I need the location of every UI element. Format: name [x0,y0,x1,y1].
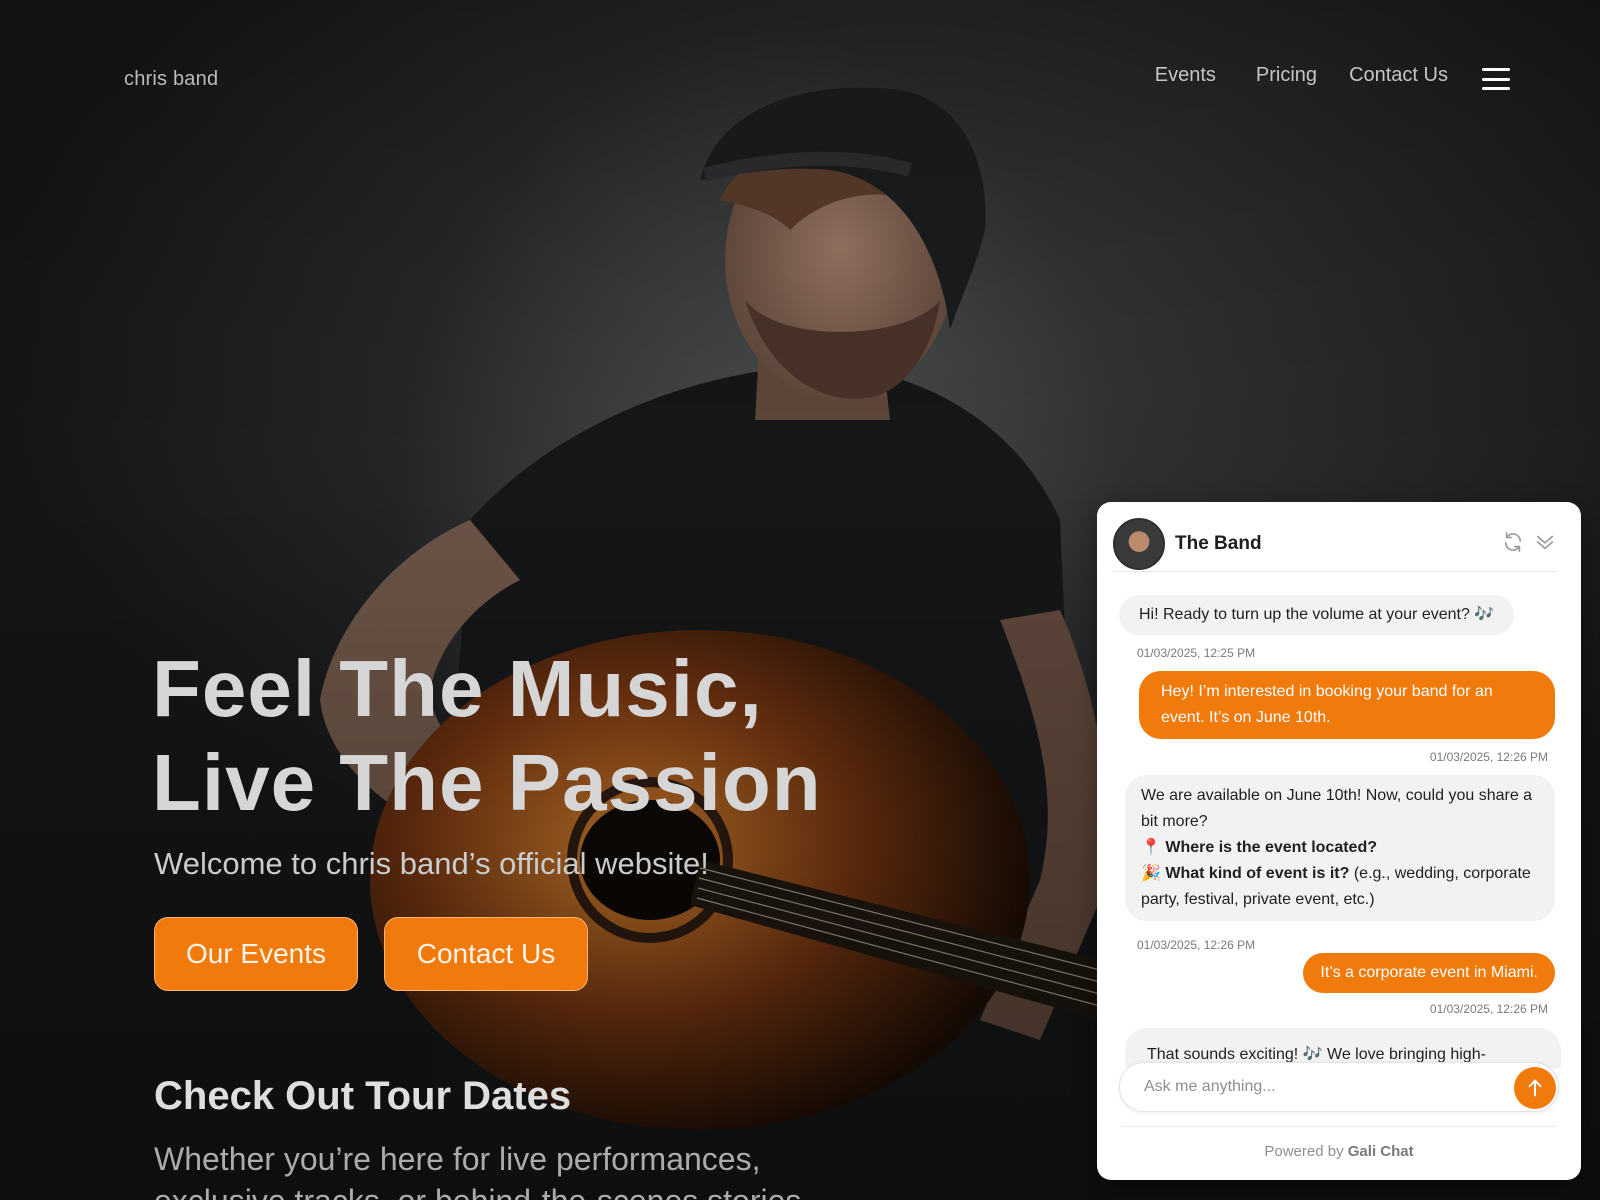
chat-input[interactable] [1144,1078,1484,1096]
hero-headline: Feel The Music, Live The Passion [152,642,822,830]
nav-pricing[interactable]: Pricing [1256,64,1317,87]
band-avatar [1113,517,1165,570]
hamburger-menu-icon[interactable] [1482,68,1510,90]
chat-messages: Hi! Ready to turn up the volume at your … [1097,582,1581,1068]
message-timestamp: 01/03/2025, 12:25 PM [1137,646,1256,660]
main-nav: Events Pricing Contact Us [1155,64,1448,87]
send-button[interactable] [1514,1067,1556,1109]
question-event-type: What kind of event is it? [1165,865,1350,882]
question-location: Where is the event located? [1165,839,1377,856]
hero-subtitle: Welcome to chris band’s official website… [154,846,709,881]
tour-dates-text: Whether you’re here for live performance… [154,1141,801,1200]
message-timestamp: 01/03/2025, 12:26 PM [1429,750,1548,764]
chat-widget: The Band Hi! Ready to turn up the volume… [1097,502,1581,1180]
message-user-2: It’s a corporate event in Miami. [1303,953,1555,993]
chat-header: The Band [1113,516,1557,572]
chat-title: The Band [1175,532,1262,554]
chat-input-container [1119,1062,1559,1112]
headline-line-1: Feel The Music, [152,644,763,733]
powered-brand-link[interactable]: Gali Chat [1348,1143,1414,1160]
refresh-icon[interactable] [1501,530,1525,554]
powered-prefix: Powered by [1264,1143,1344,1160]
message-bot-2: We are available on June 10th! Now, coul… [1125,775,1555,921]
contact-us-button[interactable]: Contact Us [384,917,588,991]
message-timestamp: 01/03/2025, 12:26 PM [1137,938,1256,952]
chat-footer-divider [1121,1126,1557,1127]
arrow-up-icon [1528,1079,1542,1097]
message-timestamp: 01/03/2025, 12:26 PM [1429,1002,1548,1016]
our-events-button[interactable]: Our Events [154,917,358,991]
message-user-1: Hey! I’m interested in booking your band… [1139,671,1555,739]
site-logo[interactable]: chris band [124,68,218,91]
chevron-down-icon[interactable] [1533,530,1557,554]
message-bot-1: Hi! Ready to turn up the volume at your … [1119,595,1515,635]
pin-icon: 📍 [1141,839,1161,856]
party-icon: 🎉 [1141,865,1161,882]
tour-dates-heading: Check Out Tour Dates [154,1074,572,1118]
powered-by: Powered by Gali Chat [1097,1143,1581,1160]
message-intro: We are available on June 10th! Now, coul… [1141,787,1533,830]
nav-events[interactable]: Events [1155,64,1216,87]
nav-contact[interactable]: Contact Us [1349,64,1448,87]
headline-line-2: Live The Passion [152,738,822,827]
